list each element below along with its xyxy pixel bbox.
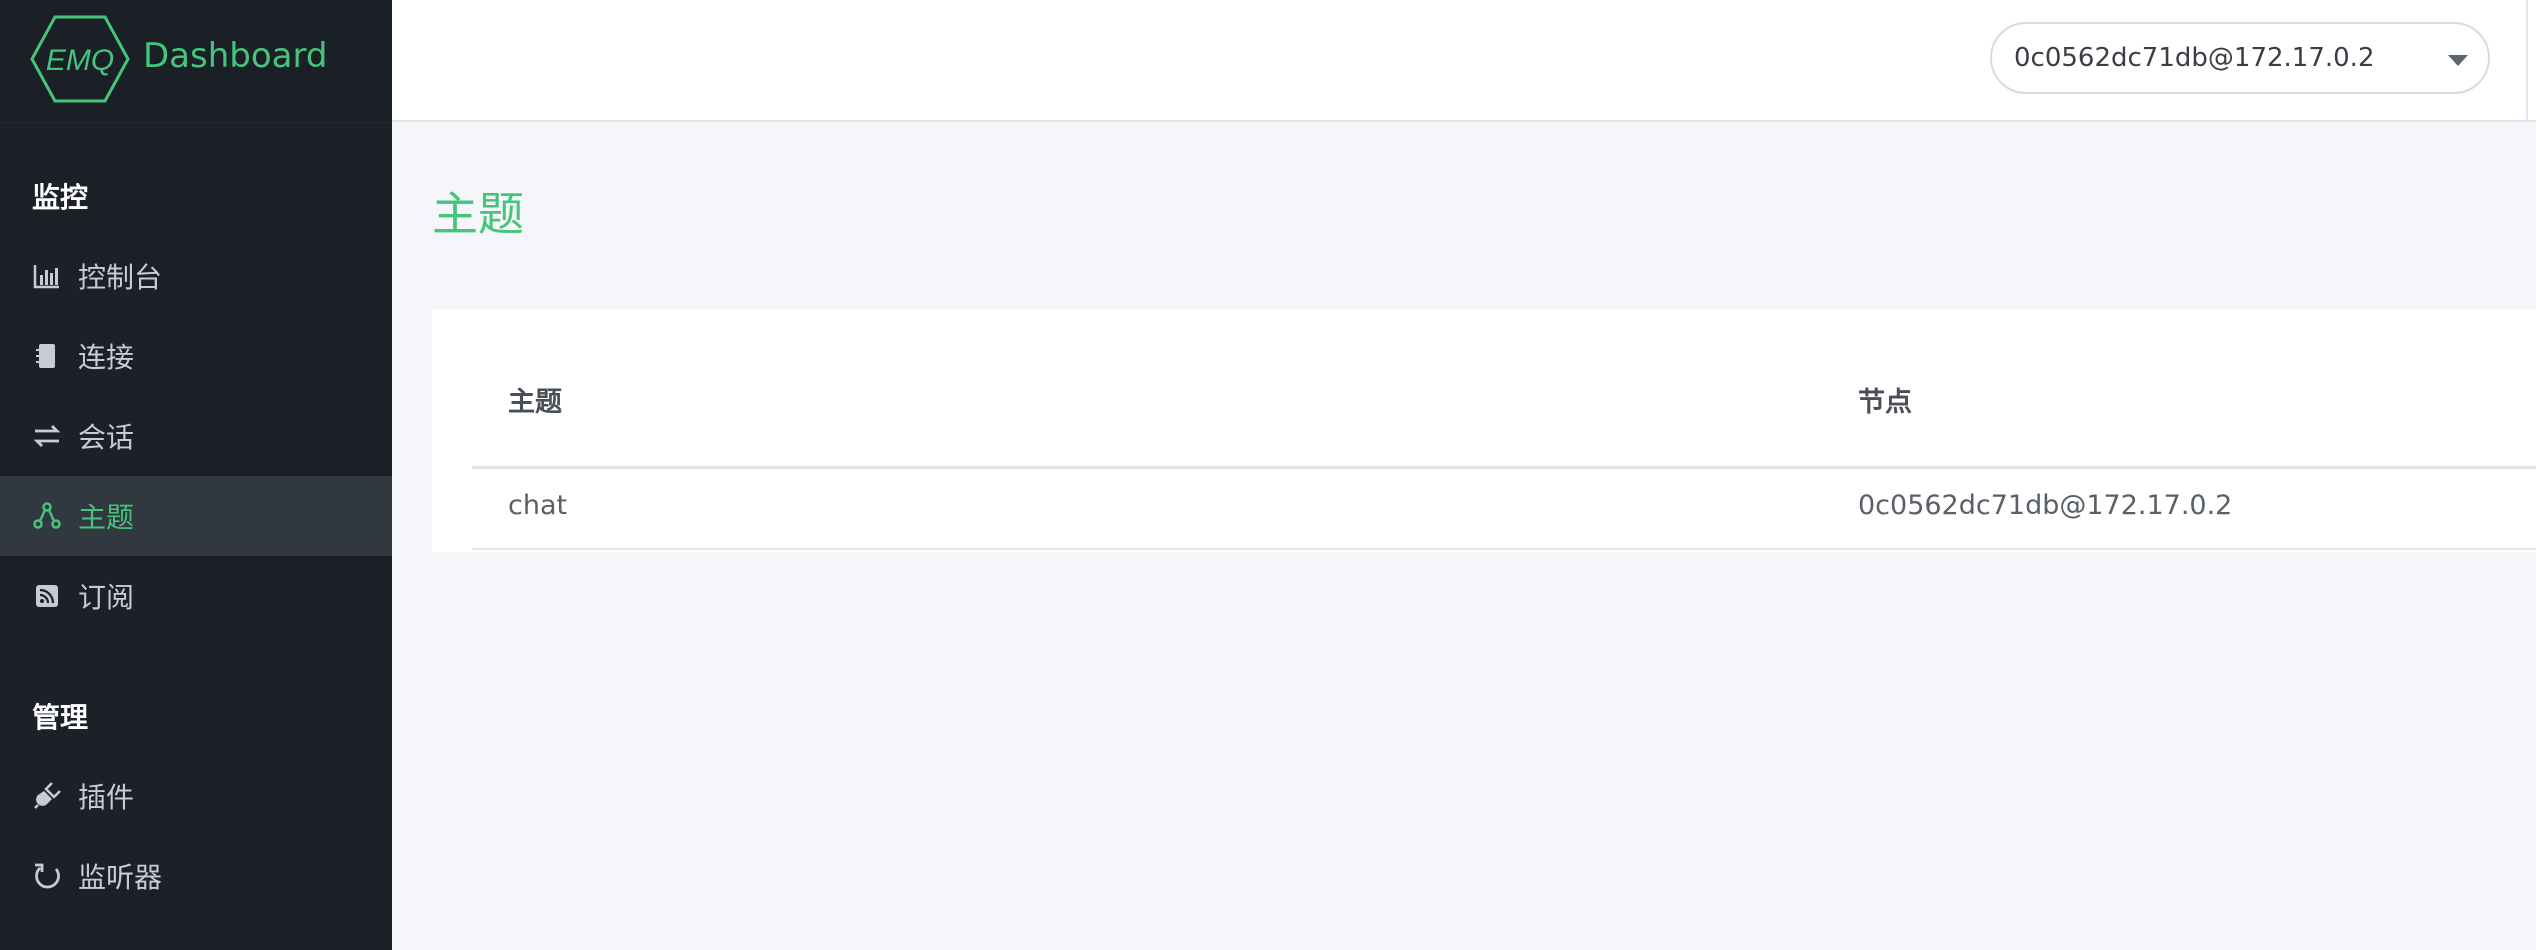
rss-icon: [32, 581, 62, 611]
sidebar-item-label: 会话: [78, 421, 135, 454]
brand[interactable]: EMQ Dashboard: [0, 0, 392, 123]
sidebar-item-console[interactable]: 控制台: [0, 236, 392, 316]
sidebar-item-label: 控制台: [78, 261, 163, 294]
table-header-divider: [472, 466, 2536, 469]
sidebar-item-label: 订阅: [78, 581, 135, 614]
table-row-divider: [472, 548, 2536, 550]
sidebar: EMQ Dashboard 监控 控制台 连接 会话 主题 订阅 管理 插件 监…: [0, 0, 392, 950]
sidebar-item-label: 主题: [78, 501, 135, 534]
cell-topic: chat: [508, 490, 568, 521]
sidebar-item-connections[interactable]: 连接: [0, 316, 392, 396]
app: EMQ Dashboard 监控 控制台 连接 会话 主题 订阅 管理 插件 监…: [0, 0, 2536, 950]
sidebar-item-listeners[interactable]: 监听器: [0, 836, 392, 916]
node-select-value: 0c0562dc71db@172.17.0.2: [2014, 43, 2375, 73]
brand-title: Dashboard: [143, 36, 328, 76]
bar-chart-icon: [32, 261, 62, 291]
sidebar-item-label: 监听器: [78, 861, 163, 894]
section-title-monitor: 监控: [32, 181, 89, 214]
cell-node: 0c0562dc71db@172.17.0.2: [1858, 490, 2233, 521]
section-title-manage: 管理: [32, 701, 89, 734]
sidebar-item-label: 插件: [78, 781, 135, 814]
header-divider: [2526, 0, 2528, 122]
page-title: 主题: [432, 187, 524, 241]
device-icon: [32, 341, 62, 371]
column-header-topic[interactable]: 主题: [508, 380, 562, 419]
sidebar-item-plugins[interactable]: 插件: [0, 756, 392, 836]
sidebar-item-sessions[interactable]: 会话: [0, 396, 392, 476]
emq-logo: EMQ: [30, 15, 130, 103]
refresh-icon: [32, 861, 62, 891]
sidebar-item-label: 连接: [78, 341, 135, 374]
topic-share-icon: [32, 501, 62, 531]
node-select[interactable]: 0c0562dc71db@172.17.0.2: [1990, 22, 2490, 94]
column-header-node[interactable]: 节点: [1858, 380, 1912, 419]
topics-card: 主题 节点 chat 0c0562dc71db@172.17.0.2: [432, 310, 2536, 552]
caret-down-icon: [2448, 55, 2468, 66]
top-header: 0c0562dc71db@172.17.0.2: [392, 0, 2536, 122]
sidebar-item-subscriptions[interactable]: 订阅: [0, 556, 392, 636]
sidebar-item-topics[interactable]: 主题: [0, 476, 392, 556]
plug-icon: [32, 781, 62, 811]
exchange-icon: [32, 421, 62, 451]
logo-text: EMQ: [46, 44, 114, 77]
